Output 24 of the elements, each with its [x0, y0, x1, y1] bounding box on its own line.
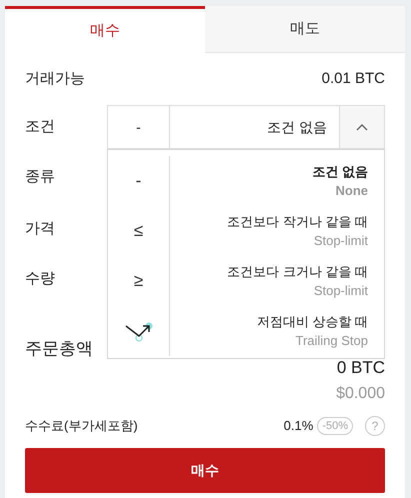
fee-rate: 0.1% [284, 417, 314, 436]
field-label: 종류 [25, 166, 55, 187]
option-subtitle: None [336, 182, 368, 200]
option-subtitle: Stop-limit [314, 232, 368, 250]
option-title: 조건보다 크거나 같을 때 [227, 262, 368, 280]
field-label: 수량 [25, 268, 55, 289]
buy-button[interactable]: 매수 [25, 448, 385, 493]
total-label: 주문총액 [25, 338, 93, 360]
total-amount: 0 BTC [336, 357, 385, 379]
fee-label: 수수료(부가세포함) [25, 417, 138, 436]
total-usd: $0.000 [336, 384, 385, 404]
option-title: 조건보다 작거나 같을 때 [227, 212, 368, 230]
discount-badge: -50% [317, 416, 353, 436]
option-subtitle: Stop-limit [314, 282, 368, 300]
tab[interactable]: 매도 [205, 6, 405, 53]
condition-dropdown[interactable]: - 조건 없음 [107, 105, 385, 149]
field-label: 거래가능 [25, 68, 85, 89]
option-title: 조건 없음 [312, 162, 368, 180]
field-label: 가격 [25, 218, 55, 239]
option-title: 저점대비 상승할 때 [256, 312, 368, 330]
trend-arrow-icon [124, 320, 154, 342]
available-amount: 0.01 BTC [322, 68, 385, 89]
option-subtitle: Trailing Stop [296, 332, 368, 350]
field-label: 조건 [25, 116, 55, 137]
